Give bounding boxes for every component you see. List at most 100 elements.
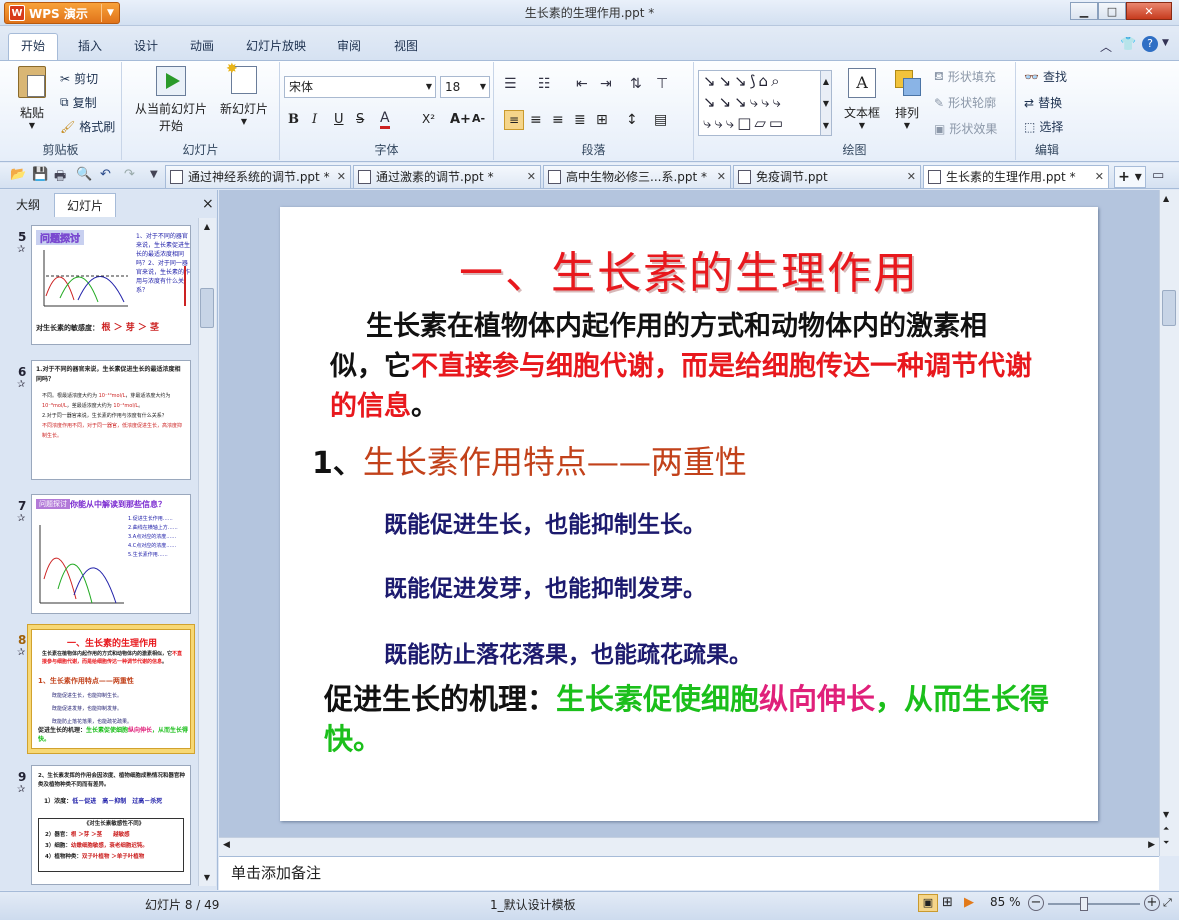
tab-view[interactable]: 视图 (382, 34, 430, 58)
superscript-button[interactable]: X² (422, 112, 435, 126)
bullets-icon[interactable]: ☰ (504, 76, 517, 92)
shape-fill-button[interactable]: ⛾ 形状填充 (934, 68, 996, 85)
notes-pane[interactable]: 单击添加备注 (219, 856, 1159, 890)
prev-slide-icon[interactable]: ⏶ (1163, 824, 1169, 834)
print-icon[interactable]: 🖶 (54, 167, 66, 189)
align-right-icon[interactable]: ≡ (552, 112, 564, 128)
slide-title[interactable]: 一、生长素的生理作用 (280, 237, 1098, 301)
zoom-out-button[interactable]: − (1028, 895, 1044, 911)
tab-insert[interactable]: 插入 (66, 34, 114, 58)
normal-view-icon[interactable]: ▣ (918, 894, 938, 912)
font-color-button[interactable]: A (380, 110, 390, 129)
slideshow-view-icon[interactable]: ▶ (964, 895, 974, 910)
shape-gallery-scroll[interactable]: ▲ ▼ ▼ (820, 70, 832, 136)
slide-thumbnail[interactable]: 问题探讨 你能从中解读到那些信息？ 1.促进生长作用…… 2.曲线在横轴上方…… 3… (31, 494, 191, 614)
doc-tab-active[interactable]: 生长素的生理作用.ppt * ✕ (923, 165, 1109, 188)
slide-bullet-3[interactable]: 既能防止落花落果，也能疏花疏果。 (384, 635, 752, 669)
undo-icon[interactable]: ↶ (100, 167, 111, 182)
shape-effect-button[interactable]: ▣ 形状效果 (934, 120, 997, 137)
select-button[interactable]: ⬚ 选择 (1024, 118, 1063, 135)
tab-slides[interactable]: 幻灯片 (54, 193, 117, 217)
distribute-icon[interactable]: ⊞ (596, 112, 608, 128)
textbox-button[interactable]: A 文本框 ▼ (842, 68, 882, 130)
decrease-indent-icon[interactable]: ⇤ (576, 76, 588, 92)
italic-button[interactable]: I (312, 112, 317, 127)
underline-button[interactable]: U (334, 112, 344, 127)
zoom-slider-thumb[interactable] (1080, 897, 1088, 911)
slide-mechanism-paragraph[interactable]: 促进生长的机理：生长素促使细胞纵向伸长，从而生长得快。 (324, 679, 1094, 759)
close-tab-icon[interactable]: ✕ (1095, 166, 1104, 188)
open-folder-icon[interactable]: 📂 (10, 167, 26, 182)
doc-tab[interactable]: 免疫调节.ppt ✕ (733, 165, 921, 188)
slide-thumbnail[interactable]: 问题探讨 1、对于不同的器官来说，生长素促进生长的最适浓度相同吗？2、对于同一器… (31, 225, 191, 345)
horizontal-scrollbar[interactable]: ◀ ▶ (219, 837, 1159, 856)
slide-thumbnail[interactable]: 1.对于不同的器官来说，生长素促进生长的最适浓度相同吗？ 不同。根最适浓度大约为… (31, 360, 191, 480)
copy-button[interactable]: ⧉ 复制 (60, 94, 97, 111)
zoom-slider[interactable] (1048, 903, 1140, 905)
close-panel-icon[interactable]: × (202, 196, 214, 212)
next-slide-icon[interactable]: ⏷ (1163, 838, 1169, 848)
tab-home[interactable]: 开始 (8, 33, 59, 60)
format-painter-button[interactable]: 🖌 格式刷 (60, 118, 115, 135)
close-tab-icon[interactable]: ✕ (907, 166, 916, 188)
help-icon[interactable]: ? (1142, 36, 1158, 52)
strikethrough-button[interactable]: S (356, 112, 364, 127)
text-direction-icon[interactable]: ⇅ (630, 76, 642, 92)
redo-icon[interactable]: ↷ (124, 167, 135, 182)
numbering-icon[interactable]: ☷ (538, 76, 551, 92)
scroll-thumb[interactable] (1162, 290, 1176, 326)
align-text-icon[interactable]: ⊤ (656, 76, 668, 92)
slide-canvas[interactable]: 一、生长素的生理作用 生长素在植物体内起作用的方式和动物体内的激素相似，它不直接… (280, 207, 1098, 821)
arrange-button[interactable]: 排列 ▼ (888, 68, 926, 130)
doc-tab[interactable]: 高中生物必修三...系.ppt * ✕ (543, 165, 731, 188)
paste-button[interactable]: 粘贴 ▼ (12, 66, 52, 130)
zoom-level[interactable]: 85 % (990, 895, 1021, 909)
doc-tab[interactable]: 通过神经系统的调节.ppt * ✕ (165, 165, 351, 188)
doc-tab[interactable]: 通过激素的调节.ppt * ✕ (353, 165, 541, 188)
close-button[interactable]: ✕ (1126, 2, 1172, 20)
tab-design[interactable]: 设计 (122, 34, 170, 58)
new-slide-button[interactable]: ✸ 新幻灯片 ▼ (218, 61, 270, 126)
line-spacing-icon[interactable]: ↕ (626, 112, 638, 128)
save-icon[interactable]: 💾 (32, 167, 48, 182)
tab-slideshow[interactable]: 幻灯片放映 (234, 34, 318, 58)
increase-indent-icon[interactable]: ⇥ (600, 76, 612, 92)
ribbon-collapse-icon[interactable]: ︿ (1100, 38, 1112, 55)
slide-intro-paragraph[interactable]: 生长素在植物体内起作用的方式和动物体内的激素相似，它不直接参与细胞代谢，而是给细… (330, 307, 1040, 427)
replace-button[interactable]: ⇄ 替换 (1024, 94, 1062, 111)
slide-heading[interactable]: 1、生长素作用特点——两重性 (312, 437, 747, 483)
slide-bullet-1[interactable]: 既能促进生长，也能抑制生长。 (384, 505, 706, 539)
fit-window-icon[interactable]: ⤢ (1163, 896, 1172, 910)
shape-outline-button[interactable]: ✎ 形状轮廓 (934, 94, 996, 111)
font-size-select[interactable]: 18 ▼ (440, 76, 490, 98)
slide-sorter-icon[interactable]: ⊞ (942, 895, 953, 910)
columns-icon[interactable]: ▤ (654, 112, 667, 128)
maximize-button[interactable]: □ (1098, 2, 1126, 20)
zoom-in-button[interactable]: + (1144, 895, 1160, 911)
shape-gallery[interactable]: ↘↘↘⟆⌂⌕ ↘↘↘⤷⤷⤷ ⤷⤷⤷□▱▭ (698, 70, 826, 136)
play-from-current-button[interactable]: 从当前幻灯片 开始 (130, 66, 212, 134)
close-tab-icon[interactable]: ✕ (717, 166, 726, 188)
tab-animation[interactable]: 动画 (178, 34, 226, 58)
tab-list-icon[interactable]: ▭ (1152, 168, 1164, 183)
slide-thumbnail-selected[interactable]: 一、生长素的生理作用 生长素在植物体内起作用的方式和动物体内的激素相似，它不直接… (31, 629, 191, 749)
new-tab-button[interactable]: + ▾ (1114, 166, 1146, 188)
print-preview-icon[interactable]: 🔍 (76, 167, 92, 182)
panel-scrollbar[interactable]: ▲ ▼ (198, 218, 216, 886)
tab-review[interactable]: 审阅 (325, 34, 373, 58)
minimize-button[interactable]: ▁ (1070, 2, 1098, 20)
help-dropdown-icon[interactable]: ▼ (1162, 38, 1169, 48)
vertical-scrollbar[interactable]: ▲ ▼ ⏶ ⏷ (1159, 190, 1179, 856)
slide-thumbnail[interactable]: 2、生长素发挥的作用会因浓度、植物细胞成熟情况和器官种类及植物种类不同而有差异。… (31, 765, 191, 885)
template-name[interactable]: 1_默认设计模板 (490, 896, 576, 913)
grow-font-button[interactable]: A+ (450, 112, 471, 127)
find-button[interactable]: 👓 查找 (1024, 68, 1067, 85)
justify-icon[interactable]: ≣ (574, 112, 586, 128)
font-name-select[interactable]: 宋体 ▼ (284, 76, 436, 98)
wps-menu-button[interactable]: W WPS 演示 ▼ (4, 2, 120, 24)
skin-icon[interactable]: 👕 (1120, 37, 1136, 52)
close-tab-icon[interactable]: ✕ (337, 166, 346, 188)
shrink-font-button[interactable]: A- (472, 112, 485, 125)
slide-bullet-2[interactable]: 既能促进发芽，也能抑制发芽。 (384, 569, 706, 603)
close-tab-icon[interactable]: ✕ (527, 166, 536, 188)
